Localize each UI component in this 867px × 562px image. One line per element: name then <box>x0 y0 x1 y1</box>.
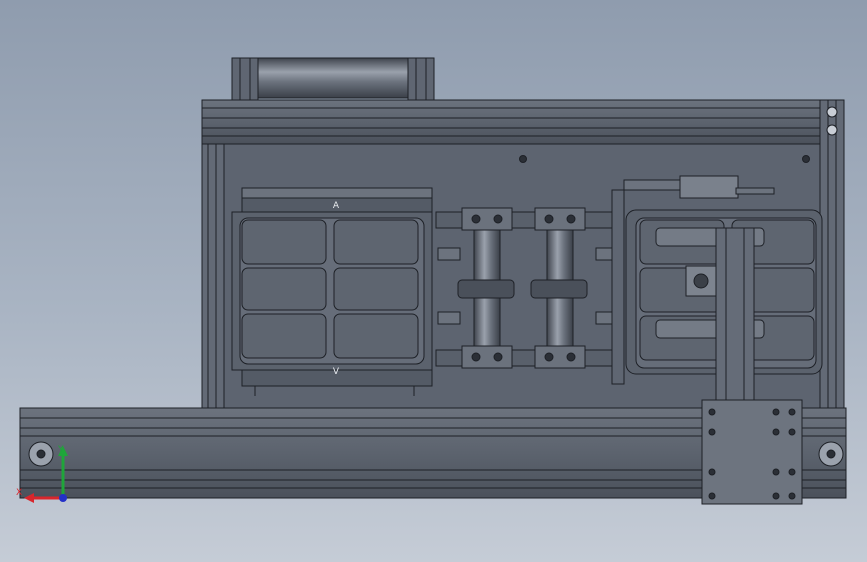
cylinder <box>679 175 739 199</box>
bottom-marker: V <box>333 367 340 377</box>
x-axis-label: X <box>16 488 22 498</box>
carriage-plate <box>701 399 803 505</box>
profile-end-icon <box>826 106 838 118</box>
top-marker: A <box>333 201 340 211</box>
cad-drawing: A V Y X <box>16 57 847 505</box>
right-post <box>819 99 845 411</box>
roller <box>257 57 409 99</box>
profile-end-icon <box>826 124 838 136</box>
cad-viewport[interactable]: A V Y X <box>0 0 867 562</box>
top-rail <box>201 99 827 145</box>
left-tray: A V <box>231 187 433 396</box>
left-post <box>201 143 225 411</box>
y-axis-label: Y <box>57 445 64 455</box>
